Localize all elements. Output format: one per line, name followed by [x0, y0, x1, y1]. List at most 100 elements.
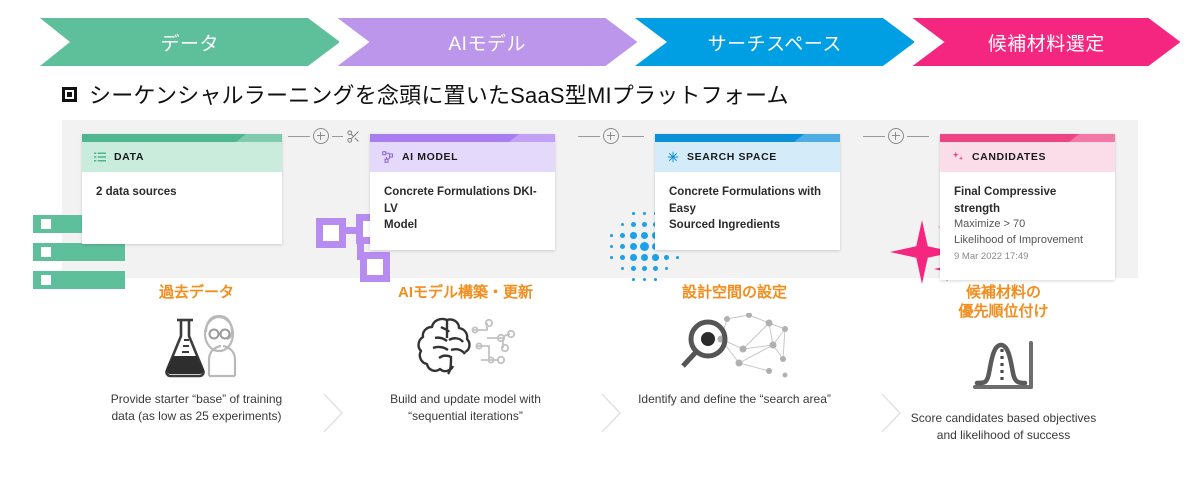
card-data-body: 2 data sources: [82, 172, 282, 244]
step-search-space: 設計空間の設定 Identify and define the “search …: [600, 284, 869, 408]
card-candidates-title: CANDIDATES: [972, 151, 1047, 163]
card-search-space-title: SEARCH SPACE: [687, 151, 777, 163]
dot: [652, 254, 659, 261]
chevron-step-candidates[interactable]: 候補材料選定: [912, 18, 1181, 66]
step-search-space-label: 設計空間の設定: [681, 284, 787, 301]
step-model-build-icon-wrap: [331, 311, 600, 383]
dot: [641, 221, 648, 228]
dot: [642, 277, 647, 282]
plus-circle-icon[interactable]: [888, 128, 904, 144]
card-candidates-constraint: Maximize > 70: [954, 218, 1026, 231]
dot: [620, 233, 625, 238]
step-model-build: AIモデル構築・更新 Build and update model with “…: [331, 284, 600, 426]
step-past-data-caption: Provide starter “base” of training data …: [110, 391, 283, 424]
dot: [620, 222, 625, 227]
card-ai-model[interactable]: AI MODEL Concrete Formulations DKI-LV Mo…: [370, 134, 555, 251]
card-search-space-header: SEARCH SPACE: [655, 142, 840, 172]
chevron-step-search-space-label: サーチスペース: [707, 33, 842, 55]
card-data-header: DATA: [82, 142, 282, 172]
card-search-space-line: Concrete Formulations with Easy: [669, 186, 822, 215]
scissors-icon[interactable]: [346, 129, 361, 144]
dot: [629, 242, 638, 251]
connector-line: [288, 135, 310, 137]
scientist-flask-icon: [164, 314, 236, 378]
card-ai-model-title: AI MODEL: [402, 151, 459, 163]
dot: [620, 266, 625, 271]
node-square: [360, 252, 390, 282]
connector-data-to-model: [288, 128, 361, 144]
step-candidate-ranking-icon-wrap: [869, 330, 1138, 402]
card-candidates-objective: Final Compressive strength: [954, 186, 1057, 215]
card-data-title: DATA: [114, 151, 145, 163]
card-candidates-timestamp: 9 Mar 2022 17:49: [954, 251, 1029, 263]
connector-line: [332, 135, 343, 137]
dot: [642, 211, 647, 216]
brain-circuit-icon: [416, 317, 515, 375]
card-ai-model-header: AI MODEL: [370, 142, 555, 172]
card-search-space-line: Sourced Ingredients: [669, 219, 781, 232]
dot: [609, 244, 614, 249]
dot: [664, 255, 669, 260]
sparkles-icon: [952, 151, 964, 161]
step-separator: [600, 392, 624, 434]
dot: [619, 243, 626, 250]
card-ai-model-topbar: [370, 134, 555, 142]
list-bar-item: [33, 243, 125, 261]
bell-curve-icon: [972, 340, 1033, 389]
connector-model-to-search: [578, 128, 644, 144]
step-candidate-ranking-caption: Score candidates based objectives and li…: [910, 410, 1097, 442]
connector-search-to-candidates: [863, 128, 929, 144]
step-descriptions: 過去データ Provide starter “base” of training…: [62, 284, 1138, 484]
page-title: シーケンシャルラーニングを念頭に置いたSaaS型MIプラットフォーム: [89, 83, 789, 108]
chevron-step-data-label: データ: [160, 33, 219, 55]
step-candidate-ranking: 候補材料の 優先順位付け Score candidates based objec…: [869, 284, 1138, 444]
card-search-space[interactable]: SEARCH SPACE Concrete Formulations with …: [655, 134, 840, 251]
dot: [610, 234, 613, 237]
card-ai-model-line: Model: [384, 219, 418, 232]
card-candidates-metric: Likelihood of Improvement: [954, 234, 1084, 247]
grid-sparkle-icon: [667, 151, 679, 163]
card-data[interactable]: DATA 2 data sources: [82, 134, 282, 244]
dot: [631, 222, 636, 227]
card-data-line: 2 data sources: [96, 186, 177, 198]
card-data-topbar: [82, 134, 282, 142]
step-past-data-label: 過去データ: [158, 284, 234, 301]
section-title: シーケンシャルラーニングを念頭に置いたSaaS型MIプラットフォーム: [62, 78, 789, 110]
dot: [610, 256, 613, 259]
dot: [620, 255, 625, 260]
card-search-space-topbar: [655, 134, 840, 142]
step-separator: [880, 392, 904, 434]
connector-line: [907, 135, 929, 137]
chevron-step-search-space[interactable]: サーチスペース: [634, 18, 915, 66]
card-ai-model-line: Concrete Formulations DKI-LV: [384, 186, 537, 215]
chevron-step-ai-model[interactable]: AIモデル: [337, 18, 637, 66]
process-chevron-banner: データ AIモデル サーチスペース 候補材料選定: [40, 18, 1181, 66]
dot: [641, 265, 648, 272]
plus-circle-icon[interactable]: [313, 128, 329, 144]
chevron-step-data[interactable]: データ: [40, 18, 340, 66]
step-candidate-ranking-label: 候補材料の 優先順位付け: [958, 284, 1049, 320]
dot: [630, 254, 637, 261]
card-candidates[interactable]: CANDIDATES Final Compressive strength Ma…: [940, 134, 1115, 281]
step-past-data-icon-wrap: [62, 311, 331, 383]
dot: [640, 231, 649, 240]
dot: [639, 241, 650, 252]
connector-line: [578, 135, 600, 137]
dot: [631, 266, 636, 271]
step-separator: [322, 392, 346, 434]
model-graph-icon: [382, 151, 393, 163]
dot: [654, 278, 657, 281]
dot: [630, 232, 637, 239]
card-candidates-topbar: [940, 134, 1115, 142]
card-candidates-header: CANDIDATES: [940, 142, 1115, 172]
card-ai-model-body: Concrete Formulations DKI-LV Model: [370, 172, 555, 250]
dot: [664, 266, 669, 271]
card-search-space-body: Concrete Formulations with Easy Sourced …: [655, 172, 840, 250]
card-candidates-body: Final Compressive strength Maximize > 70…: [940, 172, 1115, 280]
chevron-step-candidates-label: 候補材料選定: [987, 33, 1105, 55]
plus-circle-icon[interactable]: [603, 128, 619, 144]
connector-line: [622, 135, 644, 137]
magnifier-network-icon: [680, 312, 788, 378]
step-search-space-icon-wrap: [600, 311, 869, 383]
dot: [676, 256, 679, 259]
